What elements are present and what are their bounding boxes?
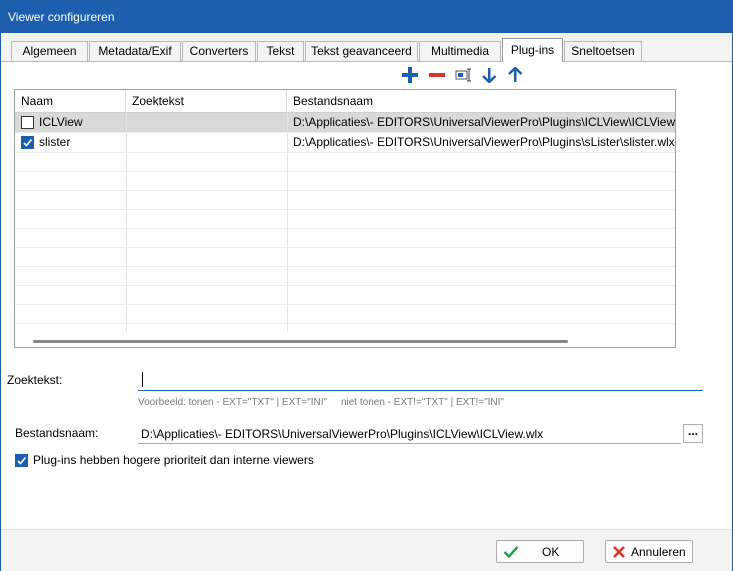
cell-name: ICLView [39,115,83,129]
move-up-button[interactable] [506,65,524,85]
browse-button[interactable]: ... [683,424,703,443]
rename-button[interactable] [455,65,473,85]
move-down-icon [482,68,497,83]
cell-search [132,113,282,132]
move-up-icon [508,67,523,82]
row-checkbox[interactable] [21,136,34,149]
remove-icon [429,73,445,77]
add-button[interactable] [401,65,419,85]
row-divider [15,132,675,133]
remove-button[interactable] [428,65,446,85]
filename-input-value: D:\Applicaties\- EDITORS\UniversalViewer… [141,427,544,441]
row-divider [15,266,675,267]
column-header-zoektekst[interactable]: Zoektekst [126,90,287,112]
plugins-grid[interactable]: Naam Zoektekst Bestandsnaam ICLView D:\A… [14,89,676,348]
row-divider [15,247,675,248]
checkmark-icon [503,545,519,558]
tab-sneltoetsen[interactable]: Sneltoetsen [564,41,642,61]
tab-plug-ins[interactable]: Plug-ins [502,38,563,62]
dialog-window: Viewer configureren Algemeen Metadata/Ex… [0,0,733,571]
row-divider [15,228,675,229]
checkmark-icon [17,456,27,465]
cell-name: slister [39,135,71,149]
table-row[interactable]: slister D:\Applicaties\- EDITORS\Univers… [15,133,675,152]
column-header-bestandsnaam[interactable]: Bestandsnaam [287,90,675,112]
cell-search [132,133,282,152]
row-divider [15,285,675,286]
row-divider [15,323,675,324]
text-cursor [142,372,143,387]
column-divider [287,112,288,332]
search-label: Zoektekst: [7,373,63,387]
tab-algemeen[interactable]: Algemeen [11,41,88,61]
rename-icon [455,68,471,82]
horizontal-scrollbar[interactable] [33,340,568,343]
ok-button[interactable]: OK [496,540,584,563]
tab-tekst[interactable]: Tekst [257,41,304,61]
row-divider [15,304,675,305]
window-title: Viewer configureren [8,10,115,24]
row-divider [15,209,675,210]
row-divider [15,171,675,172]
filename-input[interactable]: D:\Applicaties\- EDITORS\UniversalViewer… [138,424,681,444]
row-divider [15,152,675,153]
cancel-button[interactable]: Annuleren [605,540,693,563]
move-down-button[interactable] [480,65,498,85]
column-header-naam[interactable]: Naam [15,90,126,112]
priority-checkbox[interactable] [15,454,28,467]
tab-converters[interactable]: Converters [182,41,256,61]
cell-file: D:\Applicaties\- EDITORS\UniversalViewer… [293,115,675,129]
column-divider [126,112,127,332]
tab-metadata-exif[interactable]: Metadata/Exif [89,41,181,61]
ok-button-label: OK [542,544,560,559]
row-divider [15,190,675,191]
priority-checkbox-label[interactable]: Plug-ins hebben hogere prioriteit dan in… [33,453,314,467]
title-bar: Viewer configureren [1,1,732,33]
search-input[interactable] [138,369,703,391]
tab-strip: Algemeen Metadata/Exif Converters Tekst … [1,33,732,62]
cell-file: D:\Applicaties\- EDITORS\UniversalViewer… [293,135,675,149]
tab-divider [563,61,732,62]
row-checkbox[interactable] [21,116,34,129]
tab-divider [1,61,502,62]
tab-tekst-geavanceerd[interactable]: Tekst geavanceerd [305,41,418,61]
add-icon [402,67,418,83]
close-icon [613,545,625,558]
cancel-button-label: Annuleren [631,544,686,559]
filename-label: Bestandsnaam: [15,426,99,440]
search-hint: Voorbeeld: tonen - EXT="TXT" | EXT="INI"… [138,397,504,408]
checkmark-icon [23,138,33,147]
tab-multimedia[interactable]: Multimedia [419,41,501,61]
table-row[interactable]: ICLView D:\Applicaties\- EDITORS\Univers… [15,113,675,132]
